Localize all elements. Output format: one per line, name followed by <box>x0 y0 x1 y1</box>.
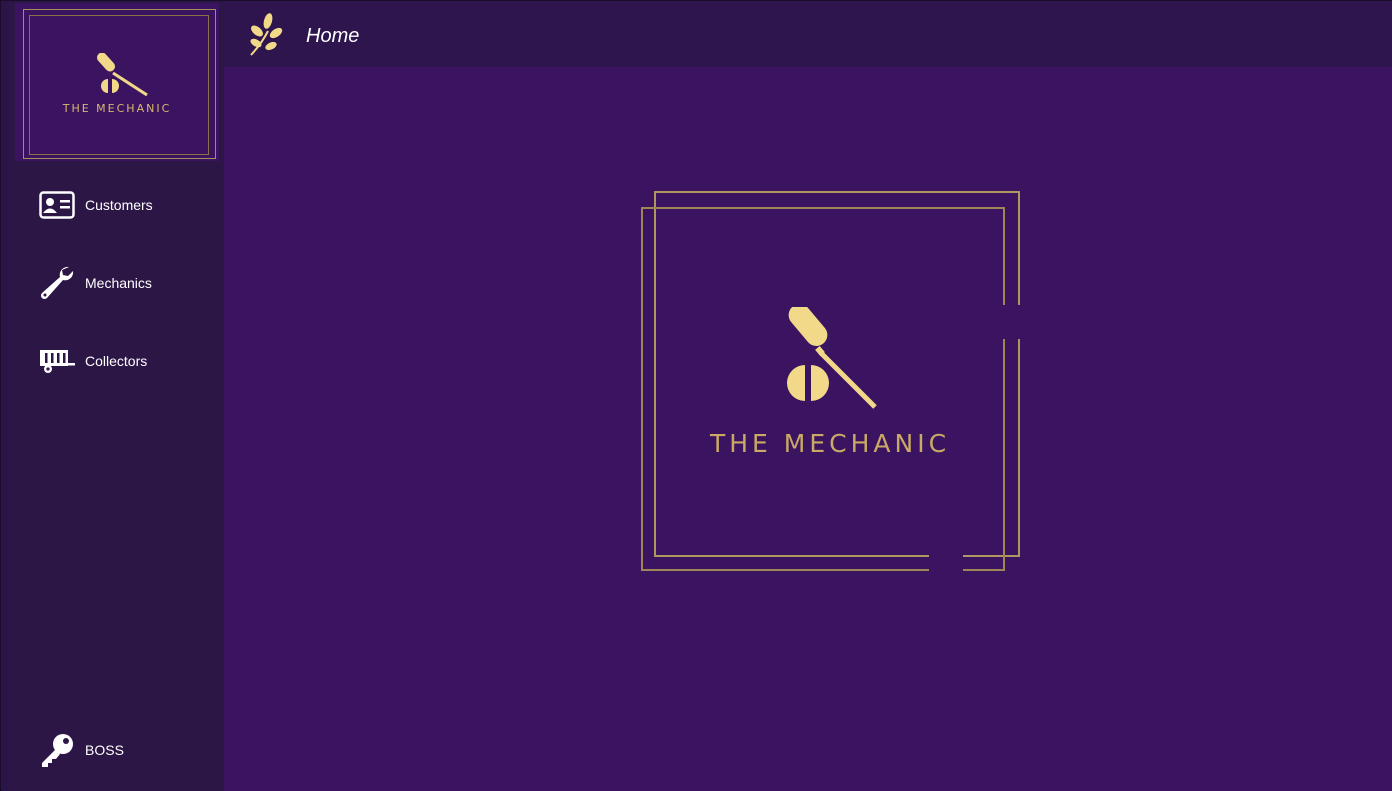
sidebar-item-customers[interactable]: Customers <box>37 185 217 225</box>
screwdriver-logo-icon <box>96 53 148 97</box>
app-window: THE MECHANIC Customers Mechanics Collect… <box>0 0 1392 791</box>
sidebar-brand-text: THE MECHANIC <box>62 102 172 115</box>
sidebar-item-label: Collectors <box>85 353 148 369</box>
sidebar-item-label: Customers <box>85 197 153 213</box>
trailer-icon <box>37 341 77 381</box>
sidebar-item-label: Mechanics <box>85 275 152 291</box>
wrench-icon <box>37 263 77 303</box>
id-card-icon <box>37 185 77 225</box>
key-icon <box>37 730 77 770</box>
sidebar-logo[interactable]: THE MECHANIC <box>15 3 219 161</box>
sidebar-item-collectors[interactable]: Collectors <box>37 341 217 381</box>
main-content: THE MECHANIC <box>224 67 1392 791</box>
sidebar: THE MECHANIC Customers Mechanics Collect… <box>9 1 224 791</box>
frame-gap <box>929 549 963 573</box>
leaf-icon <box>250 13 283 56</box>
top-bar: Home <box>224 1 1392 67</box>
screwdriver-logo-icon <box>787 307 877 409</box>
frame-gap <box>1003 305 1021 339</box>
page-title: Home <box>306 25 360 47</box>
sidebar-item-boss[interactable]: BOSS <box>37 730 217 770</box>
sidebar-item-label: BOSS <box>85 742 124 758</box>
center-brand-text: THE MECHANIC <box>709 429 951 458</box>
center-logo: THE MECHANIC <box>639 189 1021 573</box>
sidebar-item-mechanics[interactable]: Mechanics <box>37 263 217 303</box>
window-edge <box>1 1 9 791</box>
